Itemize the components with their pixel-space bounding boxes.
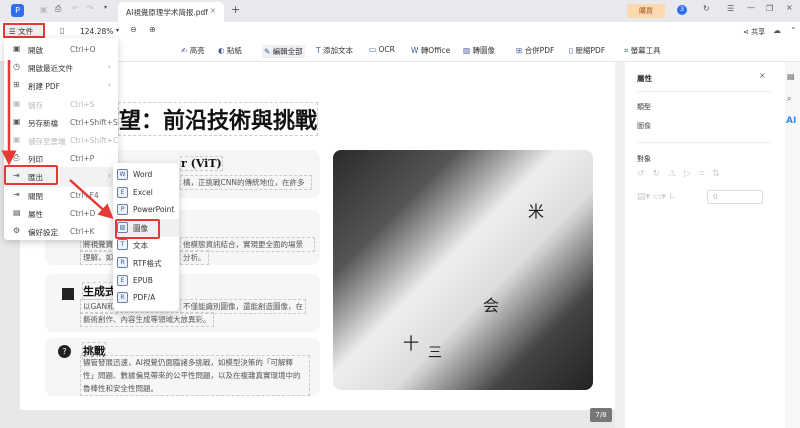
edit-all-icon: ✎ (264, 47, 271, 56)
tool-label: 轉Office (420, 46, 451, 55)
tool-label: 壓縮PDF (575, 46, 606, 55)
tool-highlight[interactable]: ✍ 高亮 (181, 45, 205, 56)
to-office-icon: W (411, 46, 419, 55)
add-text-icon: T (316, 46, 321, 55)
tool-label: 貼紙 (226, 46, 242, 55)
tool-edit-all[interactable]: ✎ 編輯全部 (262, 45, 305, 58)
merge-pdf-icon: ⊞ (516, 46, 523, 55)
sticker-icon: ◐ (218, 46, 225, 55)
to-image-icon: ▨ (463, 46, 471, 55)
tool-label: 螢幕工具 (630, 46, 661, 55)
highlight-icon: ✍ (181, 46, 188, 55)
tool-ocr[interactable]: ▭ OCR (369, 45, 395, 54)
ocr-icon: ▭ (369, 45, 377, 54)
tool-label: 編輯全部 (272, 47, 303, 56)
tool-merge-pdf[interactable]: ⊞ 合併PDF (516, 45, 554, 56)
tool-to-office[interactable]: W 轉Office (411, 45, 450, 56)
tool-sticker[interactable]: ◐ 貼紙 (218, 45, 242, 56)
tool-add-text[interactable]: T 添加文本 (316, 45, 353, 56)
tool-label: 添加文本 (322, 46, 353, 55)
tool-label: 合併PDF (524, 46, 555, 55)
arrow-to-image (69, 179, 114, 220)
tool-label: 轉圖像 (472, 46, 495, 55)
tool-label: OCR (378, 45, 395, 54)
tool-label: 高亮 (189, 46, 205, 55)
screen-tool-icon: ⌗ (624, 46, 629, 55)
annotation-arrows (1, 60, 114, 220)
tool-screen-tool[interactable]: ⌗ 螢幕工具 (624, 45, 661, 56)
tool-compress-pdf[interactable]: ▯ 壓縮PDF (569, 45, 605, 56)
tool-to-image[interactable]: ▨ 轉圖像 (463, 45, 495, 56)
compress-pdf-icon: ▯ (569, 46, 574, 55)
